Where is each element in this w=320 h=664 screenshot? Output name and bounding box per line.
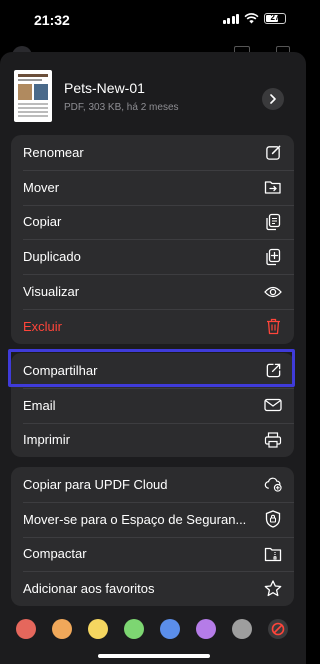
- compress-item[interactable]: Compactar: [11, 536, 294, 572]
- clear-color-tag-button[interactable]: [268, 619, 288, 639]
- action-sheet: Pets-New-01 PDF, 303 KB, há 2 meses Reno…: [0, 52, 306, 664]
- trash-icon: [264, 317, 282, 335]
- battery-level: 27: [270, 13, 280, 22]
- file-actions-group: Renomear Mover Copiar Duplicado Visualiz…: [11, 135, 294, 344]
- zip-folder-icon: [264, 545, 282, 563]
- share-item[interactable]: Compartilhar: [11, 353, 294, 388]
- mail-icon: [264, 396, 282, 414]
- email-item[interactable]: Email: [11, 387, 294, 423]
- wifi-icon: [244, 13, 259, 24]
- compress-label: Compactar: [23, 546, 87, 562]
- move-to-secure-space-item[interactable]: Mover-se para o Espaço de Seguran...: [11, 501, 294, 537]
- battery-icon: 27: [264, 13, 286, 24]
- star-icon: [264, 580, 282, 598]
- color-tag-yellow[interactable]: [88, 619, 108, 639]
- duplicate-item[interactable]: Duplicado: [11, 239, 294, 274]
- eye-icon: [264, 283, 282, 301]
- file-meta: PDF, 303 KB, há 2 meses: [64, 102, 179, 113]
- color-tag-red[interactable]: [16, 619, 36, 639]
- delete-label: Excluir: [23, 318, 63, 334]
- cloud-upload-icon: [264, 475, 282, 493]
- signal-icon: [222, 13, 239, 24]
- color-tag-blue[interactable]: [160, 619, 180, 639]
- file-thumbnail: [14, 70, 52, 122]
- email-label: Email: [23, 397, 56, 413]
- chevron-right-icon: [270, 94, 276, 104]
- print-item[interactable]: Imprimir: [11, 422, 294, 458]
- move-item[interactable]: Mover: [11, 169, 294, 205]
- home-indicator: [98, 654, 210, 658]
- color-tag-row: [16, 619, 288, 639]
- copy-label: Copiar: [23, 214, 62, 230]
- preview-item[interactable]: Visualizar: [11, 274, 294, 309]
- printer-icon: [264, 431, 282, 449]
- rename-item[interactable]: Renomear: [11, 135, 294, 170]
- add-to-favorites-item[interactable]: Adicionar aos favoritos: [11, 571, 294, 606]
- delete-item[interactable]: Excluir: [11, 308, 294, 344]
- move-to-secure-space-label: Mover-se para o Espaço de Seguran...: [23, 511, 247, 527]
- rename-label: Renomear: [23, 144, 84, 160]
- shield-lock-icon: [264, 510, 282, 528]
- color-tag-orange[interactable]: [52, 619, 72, 639]
- color-tag-purple[interactable]: [196, 619, 216, 639]
- copy-to-cloud-item[interactable]: Copiar para UPDF Cloud: [11, 467, 294, 502]
- share-actions-group: Compartilhar Email Imprimir: [11, 353, 294, 458]
- print-label: Imprimir: [23, 432, 70, 448]
- no-color-icon: [271, 622, 285, 636]
- file-details-button[interactable]: [262, 88, 284, 110]
- copy-item[interactable]: Copiar: [11, 204, 294, 240]
- copy-to-cloud-label: Copiar para UPDF Cloud: [23, 476, 168, 492]
- status-time: 21:32: [34, 12, 70, 28]
- edit-icon: [264, 143, 282, 161]
- more-actions-group: Copiar para UPDF Cloud Mover-se para o E…: [11, 467, 294, 607]
- copy-icon: [264, 213, 282, 231]
- color-tag-green[interactable]: [124, 619, 144, 639]
- add-to-favorites-label: Adicionar aos favoritos: [23, 581, 155, 597]
- duplicate-icon: [264, 248, 282, 266]
- file-name: Pets-New-01: [64, 80, 145, 96]
- status-bar: 21:32 27: [0, 0, 306, 40]
- status-icons: 27: [222, 13, 286, 24]
- duplicate-label: Duplicado: [23, 249, 81, 265]
- share-icon: [264, 361, 282, 379]
- share-label: Compartilhar: [23, 362, 98, 378]
- move-folder-icon: [264, 178, 282, 196]
- file-header[interactable]: Pets-New-01 PDF, 303 KB, há 2 meses: [0, 52, 306, 132]
- color-tag-gray[interactable]: [232, 619, 252, 639]
- move-label: Mover: [23, 179, 60, 195]
- preview-label: Visualizar: [23, 284, 80, 300]
